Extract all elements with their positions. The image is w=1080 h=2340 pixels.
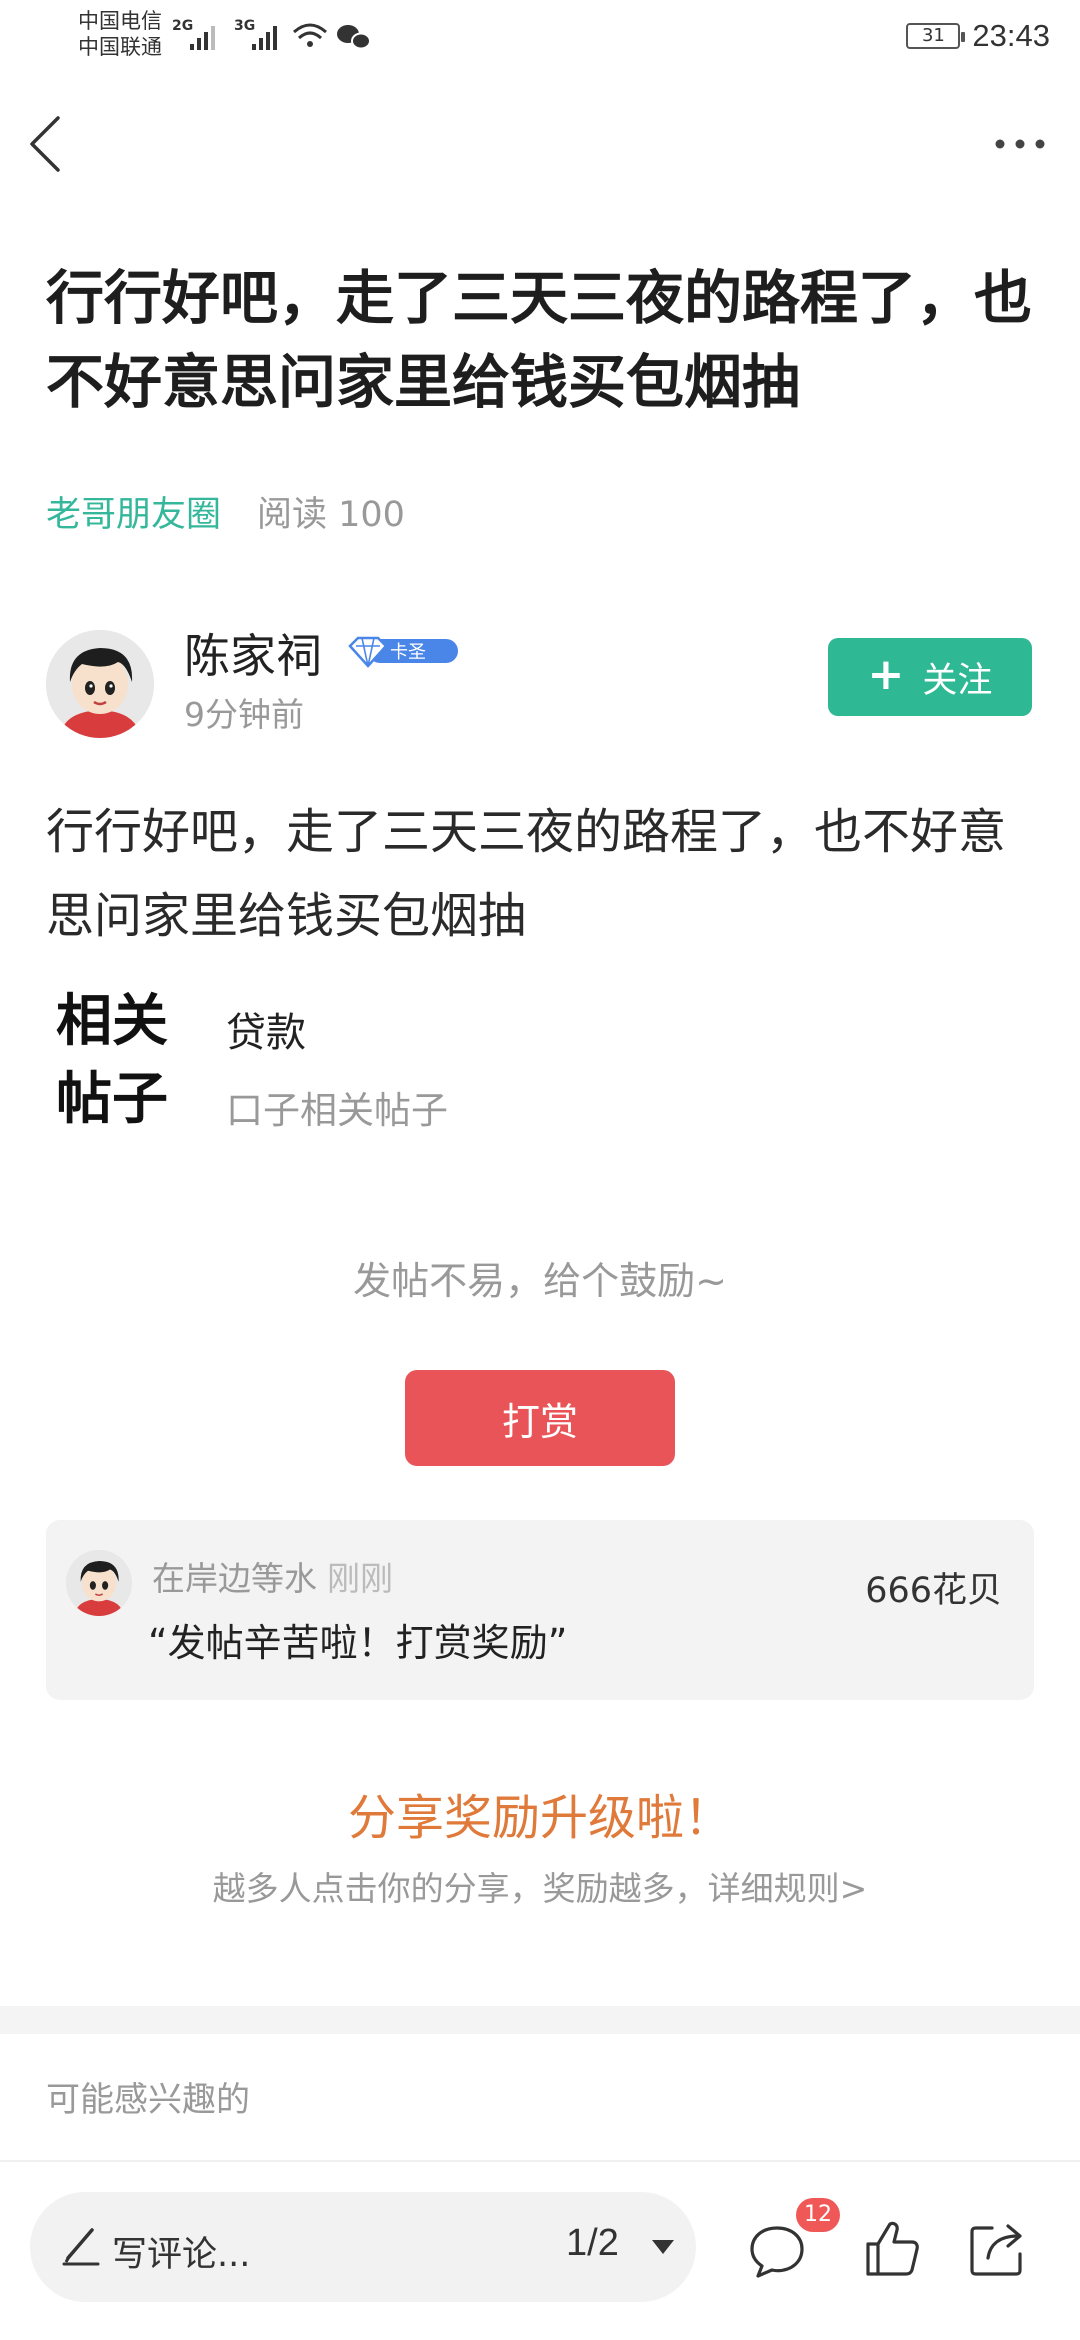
tip-message: “发帖辛苦啦！打赏奖励” [148, 1621, 568, 1665]
tipper-name[interactable]: 在岸边等水 [152, 1559, 317, 1598]
caret-down-icon[interactable] [650, 2238, 676, 2256]
share-icon[interactable] [966, 2218, 1028, 2278]
battery-icon: 31 [906, 23, 966, 49]
clock: 23:43 [972, 18, 1050, 53]
back-arrow-icon [30, 116, 60, 172]
author-avatar[interactable] [46, 630, 154, 738]
post-time: 9分钟前 [184, 695, 304, 734]
tip-record-card: 在岸边等水 刚刚 “发帖辛苦啦！打赏奖励” 666花贝 [46, 1520, 1034, 1700]
related-item-posts[interactable]: 口子相关帖子 [226, 1080, 448, 1134]
divider [0, 2160, 1080, 2162]
post-meta: 老哥朋友圈 阅读 100 [46, 486, 405, 535]
status-right: 31 23:43 [906, 14, 1050, 58]
carrier-1: 中国电信 [78, 9, 162, 33]
encourage-text: 发帖不易，给个鼓励~ [353, 1259, 727, 1303]
tip-time: 刚刚 [327, 1559, 393, 1598]
avatar-image [46, 630, 154, 738]
back-button[interactable] [22, 112, 72, 176]
follow-button[interactable]: + 关注 [828, 638, 1032, 716]
circle-link[interactable]: 老哥朋友圈 [46, 486, 221, 535]
share-reward-title: 分享奖励升级啦！ [347, 1790, 732, 1846]
avatar-image [66, 1550, 132, 1616]
comment-icon[interactable] [746, 2220, 808, 2282]
post-title: 行行好吧，走了三天三夜的路程了，也不好意思问家里给钱买包烟抽 [46, 264, 1033, 416]
post-body: 行行好吧，走了三天三夜的路程了，也不好意思问家里给钱买包烟抽 [46, 804, 1007, 944]
share-reward-rules[interactable]: 越多人点击你的分享，奖励越多，详细规则> [0, 1862, 1080, 1910]
signal-icons: 2G 3G [172, 10, 392, 60]
comment-input[interactable]: 写评论... 1/2 [30, 2192, 696, 2302]
more-button[interactable] [990, 126, 1050, 162]
interest-section-title: 可能感兴趣的 [46, 2080, 250, 2120]
plus-icon: + [867, 649, 905, 700]
badge-text: 卡圣 [390, 642, 426, 663]
more-icon [995, 139, 1045, 149]
network-2g-label: 2G [172, 18, 193, 34]
related-item-loan[interactable]: 贷款 [226, 1000, 306, 1058]
status-bar: 中国电信 中国联通 2G 3G 31 23:43 [0, 0, 1080, 72]
related-posts-label: 相关帖子 [56, 988, 168, 1132]
page-indicator[interactable]: 1/2 [566, 2222, 619, 2265]
pen-icon [62, 2228, 100, 2266]
tipper-avatar[interactable] [66, 1550, 132, 1616]
like-icon[interactable] [862, 2216, 922, 2280]
carrier-info: 中国电信 中国联通 [78, 8, 162, 60]
section-divider [0, 2006, 1080, 2034]
read-count: 阅读 100 [257, 495, 405, 535]
follow-label: 关注 [922, 660, 993, 701]
diamond-badge-icon: 卡圣 [348, 636, 458, 668]
comment-placeholder: 写评论... [112, 2235, 251, 2275]
signal-strength-icon: 2G 3G [172, 18, 371, 50]
tipper-info: 在岸边等水 刚刚 [152, 1552, 393, 1600]
author-name[interactable]: 陈家祠 [184, 620, 322, 686]
network-3g-label: 3G [234, 18, 255, 34]
level-badge: 卡圣 [346, 632, 460, 670]
comment-count-badge: 12 [796, 2198, 840, 2232]
carrier-2: 中国联通 [78, 35, 162, 59]
tip-button[interactable]: 打赏 [405, 1370, 675, 1466]
tip-amount: 666花贝 [865, 1571, 1002, 1611]
